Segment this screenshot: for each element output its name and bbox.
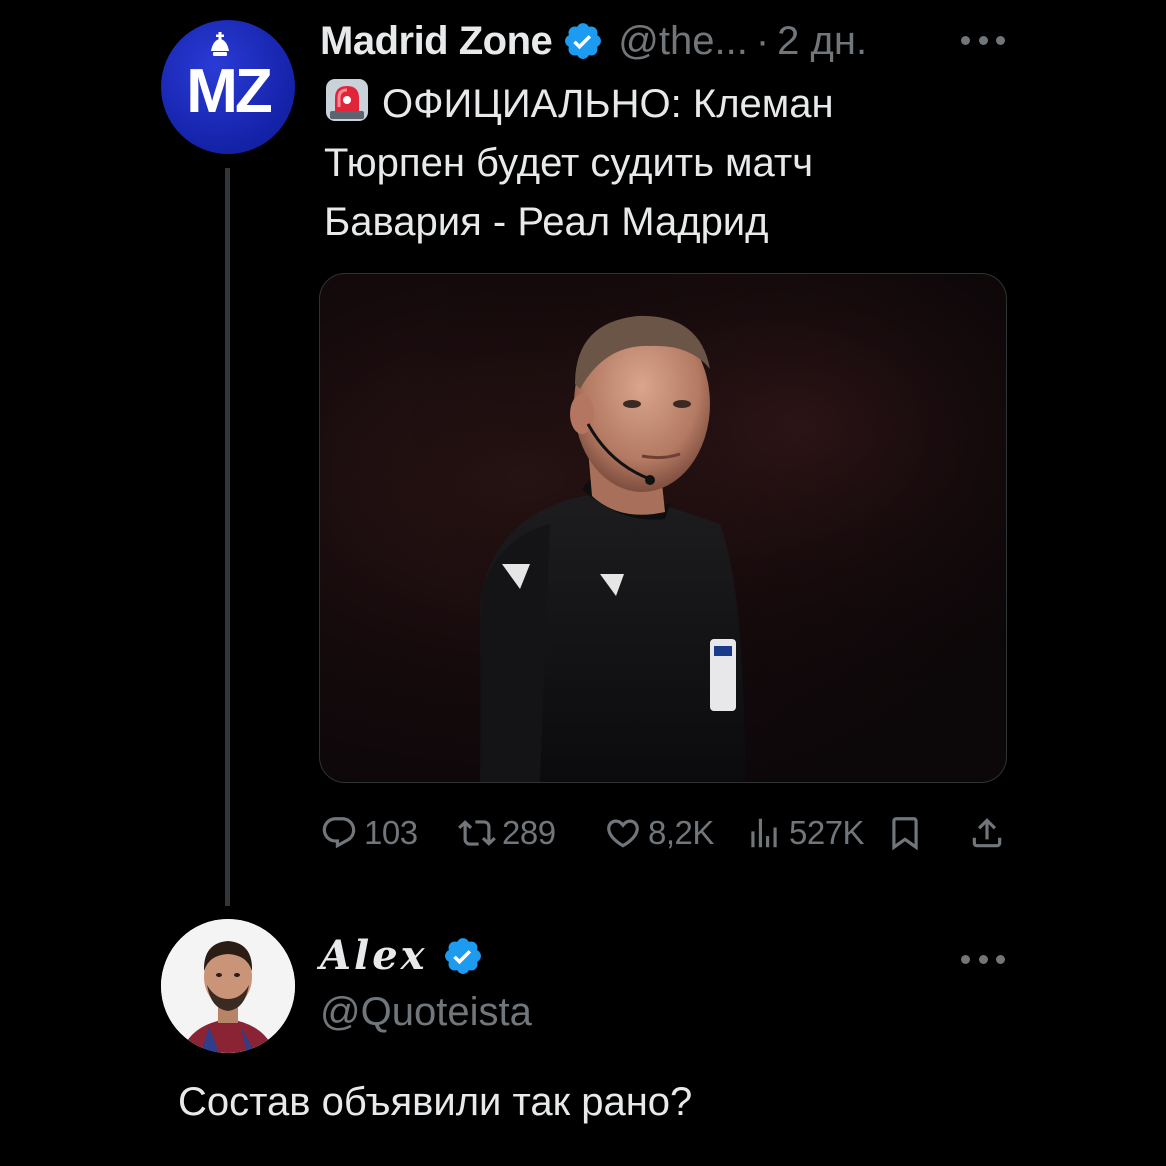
author-display-name[interactable]: Madrid Zone xyxy=(320,16,553,66)
thread-connector-line xyxy=(225,168,230,906)
tweet-more-options-icon[interactable] xyxy=(961,34,1005,46)
madrid-zone-logo-icon: MZ xyxy=(186,32,275,126)
tweet-header: Madrid Zone @the... · 2 дн. xyxy=(320,16,867,66)
like-count: 8,2K xyxy=(648,814,714,851)
tweet-text-line-3: Бавария - Реал Мадрид xyxy=(324,200,769,244)
avatar-logo-text: MZ xyxy=(186,57,272,126)
tweet-text: ОФИЦИАЛЬНО: Клеман Тюрпен будет судить м… xyxy=(324,75,964,252)
retweet-icon xyxy=(458,814,496,852)
retweet-count: 289 xyxy=(502,814,556,851)
alex-avatar[interactable] xyxy=(161,919,295,1053)
reply-button[interactable]: 103 xyxy=(320,808,418,858)
views-chart-icon xyxy=(745,814,783,852)
verified-badge-icon xyxy=(562,20,604,62)
reply-display-name[interactable]: Alex xyxy=(320,932,428,979)
retweet-button[interactable]: 289 xyxy=(458,808,556,858)
reply-verified-badge-icon xyxy=(442,935,484,977)
tweet-text-line-1: ОФИЦИАЛЬНО: Клеман xyxy=(324,75,964,134)
reply-author-handle[interactable]: @Quoteista xyxy=(320,990,532,1035)
tweet-text-line-2: Тюрпен будет судить матч xyxy=(324,141,814,185)
madrid-zone-avatar[interactable]: MZ xyxy=(161,20,295,154)
like-button[interactable]: 8,2K xyxy=(604,808,714,858)
user-avatar-photo xyxy=(161,919,295,1053)
reply-text: Состав объявили так рано? xyxy=(178,1080,693,1124)
share-icon xyxy=(968,814,1006,852)
share-button[interactable] xyxy=(968,808,1006,858)
tweet-action-bar: 103 289 8,2K 527K xyxy=(320,808,1010,858)
header-separator: · xyxy=(755,19,770,63)
rotating-light-icon xyxy=(324,77,370,123)
tweet-thread: MZ Madrid Zone @the... · 2 дн. ОФИЦИАЛЬН… xyxy=(0,0,1166,1166)
reply-author-header: Alex xyxy=(320,932,498,979)
reply-icon xyxy=(320,814,358,852)
tweet-timestamp[interactable]: 2 дн. xyxy=(777,16,867,66)
tweet-media-image[interactable] xyxy=(319,273,1007,783)
views-button[interactable]: 527K xyxy=(745,808,865,858)
reply-count: 103 xyxy=(364,814,418,851)
referee-photo xyxy=(320,274,1006,782)
bookmark-icon xyxy=(886,814,924,852)
tweet-text-content-1: ОФИЦИАЛЬНО: Клеман xyxy=(382,82,834,126)
views-count: 527K xyxy=(789,814,865,851)
reply-more-options-icon[interactable] xyxy=(961,953,1005,965)
bookmark-button[interactable] xyxy=(886,808,924,858)
author-handle[interactable]: @the... xyxy=(618,16,748,66)
heart-icon xyxy=(604,814,642,852)
